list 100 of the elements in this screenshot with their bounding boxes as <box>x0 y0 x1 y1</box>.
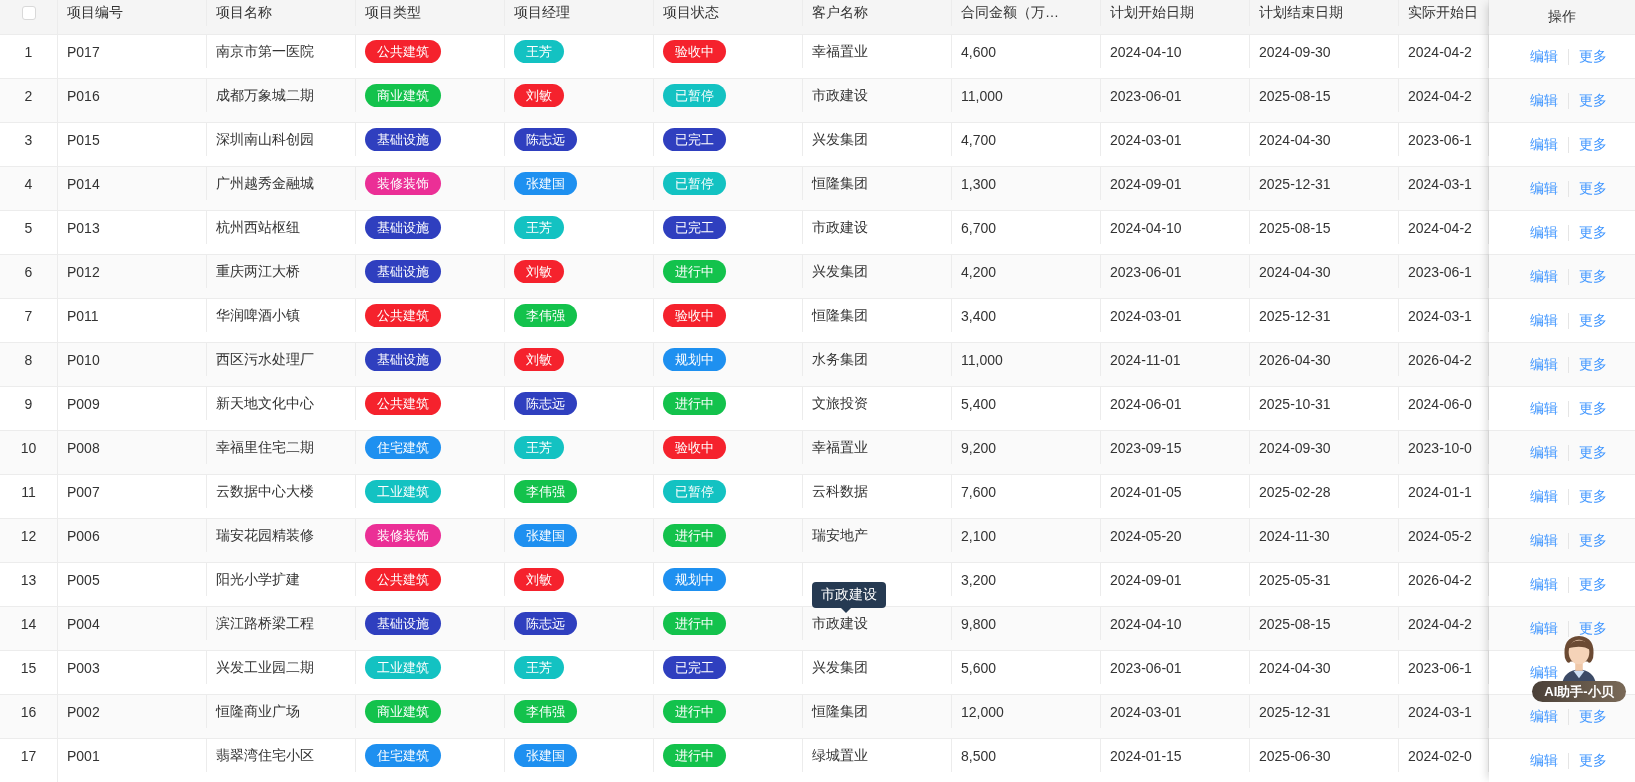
more-link[interactable]: 更多 <box>1579 47 1607 66</box>
edit-link[interactable]: 编辑 <box>1530 751 1558 770</box>
more-link[interactable]: 更多 <box>1579 751 1607 770</box>
table-cell: 2025-05-31 <box>1259 571 1331 588</box>
table-cell: 4,200 <box>961 263 997 280</box>
more-link[interactable]: 更多 <box>1579 443 1607 462</box>
table-cell: 南京市第一医院 <box>216 42 314 61</box>
column-header: 项目经理 <box>514 4 570 22</box>
edit-link[interactable]: 编辑 <box>1530 135 1558 154</box>
table-cell: 5,400 <box>961 395 997 412</box>
table-cell: 恒隆集团 <box>812 174 868 193</box>
edit-link[interactable]: 编辑 <box>1530 707 1558 726</box>
column-header: 项目状态 <box>663 4 719 22</box>
column-header: 合同金额（万… <box>961 4 1059 22</box>
table-cell: 绿城置业 <box>812 746 868 765</box>
table-cell: 2023-06-1 <box>1408 263 1472 280</box>
row-number: 17 <box>20 747 37 764</box>
more-link[interactable]: 更多 <box>1579 487 1607 506</box>
table-cell: 幸福里住宅二期 <box>216 438 314 457</box>
type-tag: 基础设施 <box>365 612 441 635</box>
more-link[interactable]: 更多 <box>1579 619 1607 638</box>
row-number: 11 <box>21 483 36 500</box>
table-cell: P012 <box>67 263 100 280</box>
table-cell: 1,300 <box>961 175 997 192</box>
table-cell: 4,700 <box>961 131 997 148</box>
table-cell: 2025-12-31 <box>1259 175 1331 192</box>
table-cell: P013 <box>67 219 100 236</box>
status-tag: 进行中 <box>663 260 726 283</box>
more-link[interactable]: 更多 <box>1579 531 1607 550</box>
table-cell: 2025-08-15 <box>1259 87 1331 104</box>
assistant-label[interactable]: AI助手-小贝 <box>1532 681 1626 702</box>
table-cell: 2024-04-2 <box>1408 87 1472 104</box>
row-number: 2 <box>24 87 33 104</box>
more-link[interactable]: 更多 <box>1579 223 1607 242</box>
edit-link[interactable]: 编辑 <box>1530 663 1558 682</box>
more-link[interactable]: 更多 <box>1579 311 1607 330</box>
status-tag: 进行中 <box>663 392 726 415</box>
edit-link[interactable]: 编辑 <box>1530 267 1558 286</box>
table-cell: 2024-09-01 <box>1110 571 1182 588</box>
table-cell: 2024-01-1 <box>1408 483 1472 500</box>
edit-link[interactable]: 编辑 <box>1530 619 1558 638</box>
type-tag: 装修装饰 <box>365 524 441 547</box>
table-cell: 2025-08-15 <box>1259 219 1331 236</box>
table-cell: 2024-03-1 <box>1408 703 1472 720</box>
edit-link[interactable]: 编辑 <box>1530 399 1558 418</box>
edit-link[interactable]: 编辑 <box>1530 531 1558 550</box>
more-link[interactable]: 更多 <box>1579 91 1607 110</box>
table-cell: 11,000 <box>961 87 1003 104</box>
table-cell: 2024-03-1 <box>1408 175 1472 192</box>
status-tag: 进行中 <box>663 612 726 635</box>
edit-link[interactable]: 编辑 <box>1530 47 1558 66</box>
edit-link[interactable]: 编辑 <box>1530 355 1558 374</box>
table-cell: P011 <box>67 307 99 324</box>
select-all-checkbox[interactable] <box>21 6 36 20</box>
edit-link[interactable]: 编辑 <box>1530 179 1558 198</box>
table-cell: P010 <box>67 351 100 368</box>
status-tag: 规划中 <box>663 568 726 591</box>
status-tag: 已暂停 <box>663 172 726 195</box>
table-cell: 新天地文化中心 <box>216 394 314 413</box>
more-link[interactable]: 更多 <box>1579 355 1607 374</box>
status-tag: 进行中 <box>663 524 726 547</box>
more-link[interactable]: 更多 <box>1579 179 1607 198</box>
more-link[interactable]: 更多 <box>1579 135 1607 154</box>
table-cell: 云科数据 <box>812 482 868 501</box>
more-link[interactable]: 更多 <box>1579 707 1607 726</box>
status-tag: 规划中 <box>663 348 726 371</box>
table-cell: 2024-04-10 <box>1110 615 1182 632</box>
type-tag: 基础设施 <box>365 348 441 371</box>
table-cell: 市政建设 <box>812 218 868 237</box>
table-cell: 2024-09-30 <box>1259 43 1331 60</box>
status-tag: 已完工 <box>663 128 726 151</box>
type-tag: 装修装饰 <box>365 172 441 195</box>
manager-tag: 张建国 <box>514 744 577 767</box>
table-cell: 2025-10-31 <box>1259 395 1331 412</box>
table-cell: 2024-01-15 <box>1110 747 1182 764</box>
table-cell: 市政建设 <box>812 614 868 633</box>
row-number: 16 <box>20 703 37 720</box>
status-tag: 进行中 <box>663 744 726 767</box>
edit-link[interactable]: 编辑 <box>1530 443 1558 462</box>
edit-link[interactable]: 编辑 <box>1530 91 1558 110</box>
edit-link[interactable]: 编辑 <box>1530 575 1558 594</box>
manager-tag: 王芳 <box>514 40 564 63</box>
manager-tag: 李伟强 <box>514 304 577 327</box>
table-cell: 2024-05-20 <box>1110 527 1182 544</box>
table-cell: 2024-02-0 <box>1408 747 1472 764</box>
edit-link[interactable]: 编辑 <box>1530 223 1558 242</box>
more-link[interactable]: 更多 <box>1579 267 1607 286</box>
table-cell: 9,200 <box>961 439 997 456</box>
table-cell: 2024-04-10 <box>1110 219 1182 236</box>
edit-link[interactable]: 编辑 <box>1530 487 1558 506</box>
more-link[interactable]: 更多 <box>1579 399 1607 418</box>
table-cell: 5,600 <box>961 659 997 676</box>
status-tag: 已完工 <box>663 216 726 239</box>
type-tag: 住宅建筑 <box>365 436 441 459</box>
edit-link[interactable]: 编辑 <box>1530 311 1558 330</box>
type-tag: 住宅建筑 <box>365 744 441 767</box>
row-number: 4 <box>24 175 33 192</box>
more-link[interactable]: 更多 <box>1579 575 1607 594</box>
column-header: 项目类型 <box>365 4 421 22</box>
table-cell: 2023-06-1 <box>1408 131 1472 148</box>
